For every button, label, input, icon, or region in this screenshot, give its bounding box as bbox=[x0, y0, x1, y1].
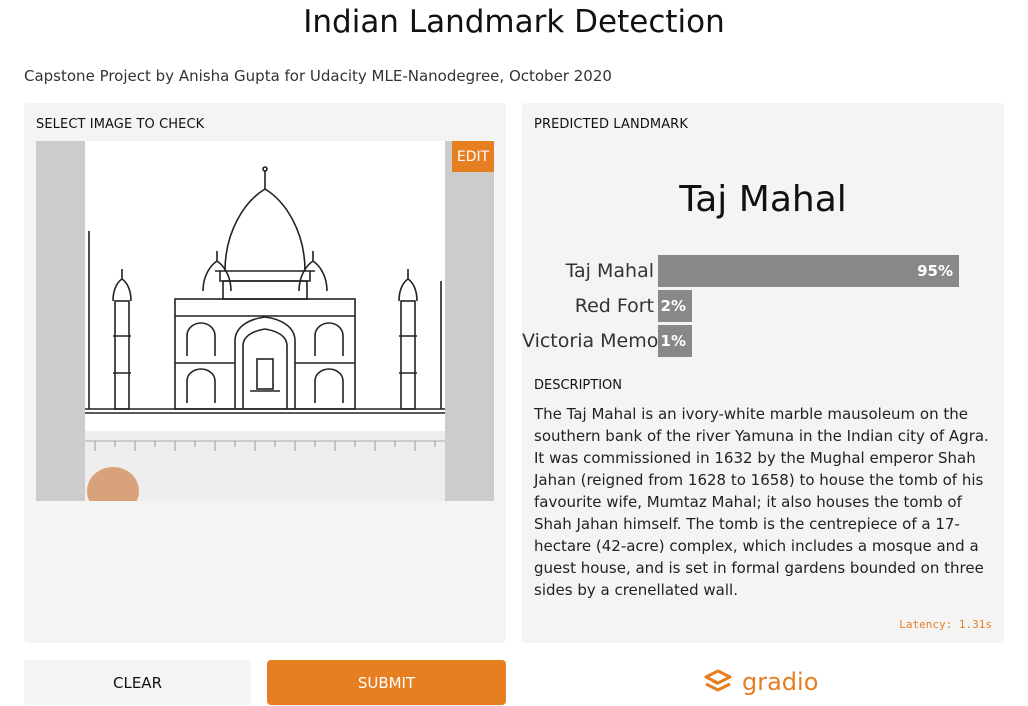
confidence-percent: 1% bbox=[660, 332, 686, 350]
confidence-label: Victoria Memorial bbox=[522, 330, 658, 352]
output-panel: PREDICTED LANDMARK Taj Mahal Taj Mahal 95… bbox=[522, 103, 1004, 643]
description-text: The Taj Mahal is an ivory-white marble m… bbox=[534, 405, 989, 599]
confidence-percent: 2% bbox=[660, 297, 686, 315]
confidence-row: Red Fort 2% bbox=[522, 290, 1004, 322]
input-panel-label: SELECT IMAGE TO CHECK bbox=[36, 117, 205, 132]
taj-mahal-sketch bbox=[85, 166, 445, 501]
gradio-logo-icon bbox=[704, 669, 732, 692]
gradio-brand-text: gradio bbox=[742, 668, 819, 696]
latency-text: Latency: 1.31s bbox=[899, 618, 992, 631]
taj-mahal-sketch-image bbox=[85, 141, 445, 501]
page-title: Indian Landmark Detection bbox=[303, 4, 725, 40]
confidence-bar: 2% bbox=[658, 290, 692, 322]
confidence-row: Taj Mahal 95% bbox=[522, 255, 1004, 287]
submit-button[interactable]: SUBMIT bbox=[267, 660, 506, 705]
confidence-bar: 95% bbox=[658, 255, 959, 287]
confidence-label: Red Fort bbox=[574, 295, 654, 317]
clear-button[interactable]: CLEAR bbox=[24, 660, 251, 705]
image-input[interactable]: EDIT bbox=[36, 141, 494, 501]
confidence-bar: 1% bbox=[658, 325, 692, 357]
confidence-percent: 95% bbox=[917, 262, 953, 280]
edit-button[interactable]: EDIT bbox=[452, 141, 494, 172]
confidence-label: Taj Mahal bbox=[565, 260, 654, 282]
predicted-label: Taj Mahal bbox=[679, 179, 847, 220]
input-panel: SELECT IMAGE TO CHECK EDIT bbox=[24, 103, 506, 643]
page-subtitle: Capstone Project by Anisha Gupta for Uda… bbox=[24, 67, 612, 85]
description-label: DESCRIPTION bbox=[534, 378, 622, 393]
confidence-row: Victoria Memorial1% bbox=[522, 325, 1004, 357]
output-panel-label: PREDICTED LANDMARK bbox=[534, 117, 688, 132]
gradio-brand[interactable]: gradio bbox=[702, 664, 818, 700]
